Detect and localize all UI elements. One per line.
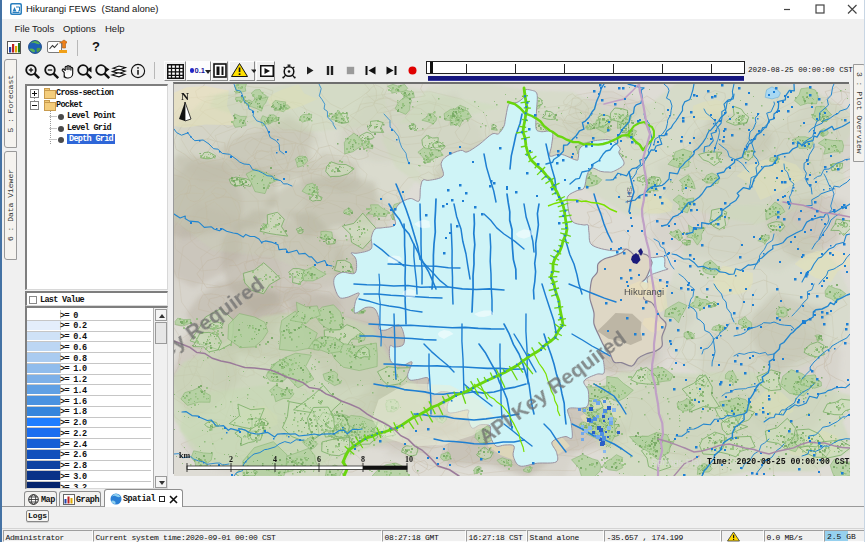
svg-text:2: 2 — [229, 455, 233, 464]
svg-text:Springs Flat: Springs Flat — [651, 456, 702, 467]
svg-text:4: 4 — [273, 455, 277, 464]
svg-text:6: 6 — [317, 455, 321, 464]
svg-text:8: 8 — [361, 455, 365, 464]
svg-text:10: 10 — [405, 455, 413, 464]
svg-text:N: N — [181, 90, 189, 102]
svg-text:km: km — [179, 451, 190, 460]
svg-text:Time: 2020-08-25 00:00:00 CST: Time: 2020-08-25 00:00:00 CST — [707, 457, 850, 466]
svg-text:SH 1: SH 1 — [625, 187, 634, 204]
svg-text:Hikurangi: Hikurangi — [624, 286, 664, 297]
